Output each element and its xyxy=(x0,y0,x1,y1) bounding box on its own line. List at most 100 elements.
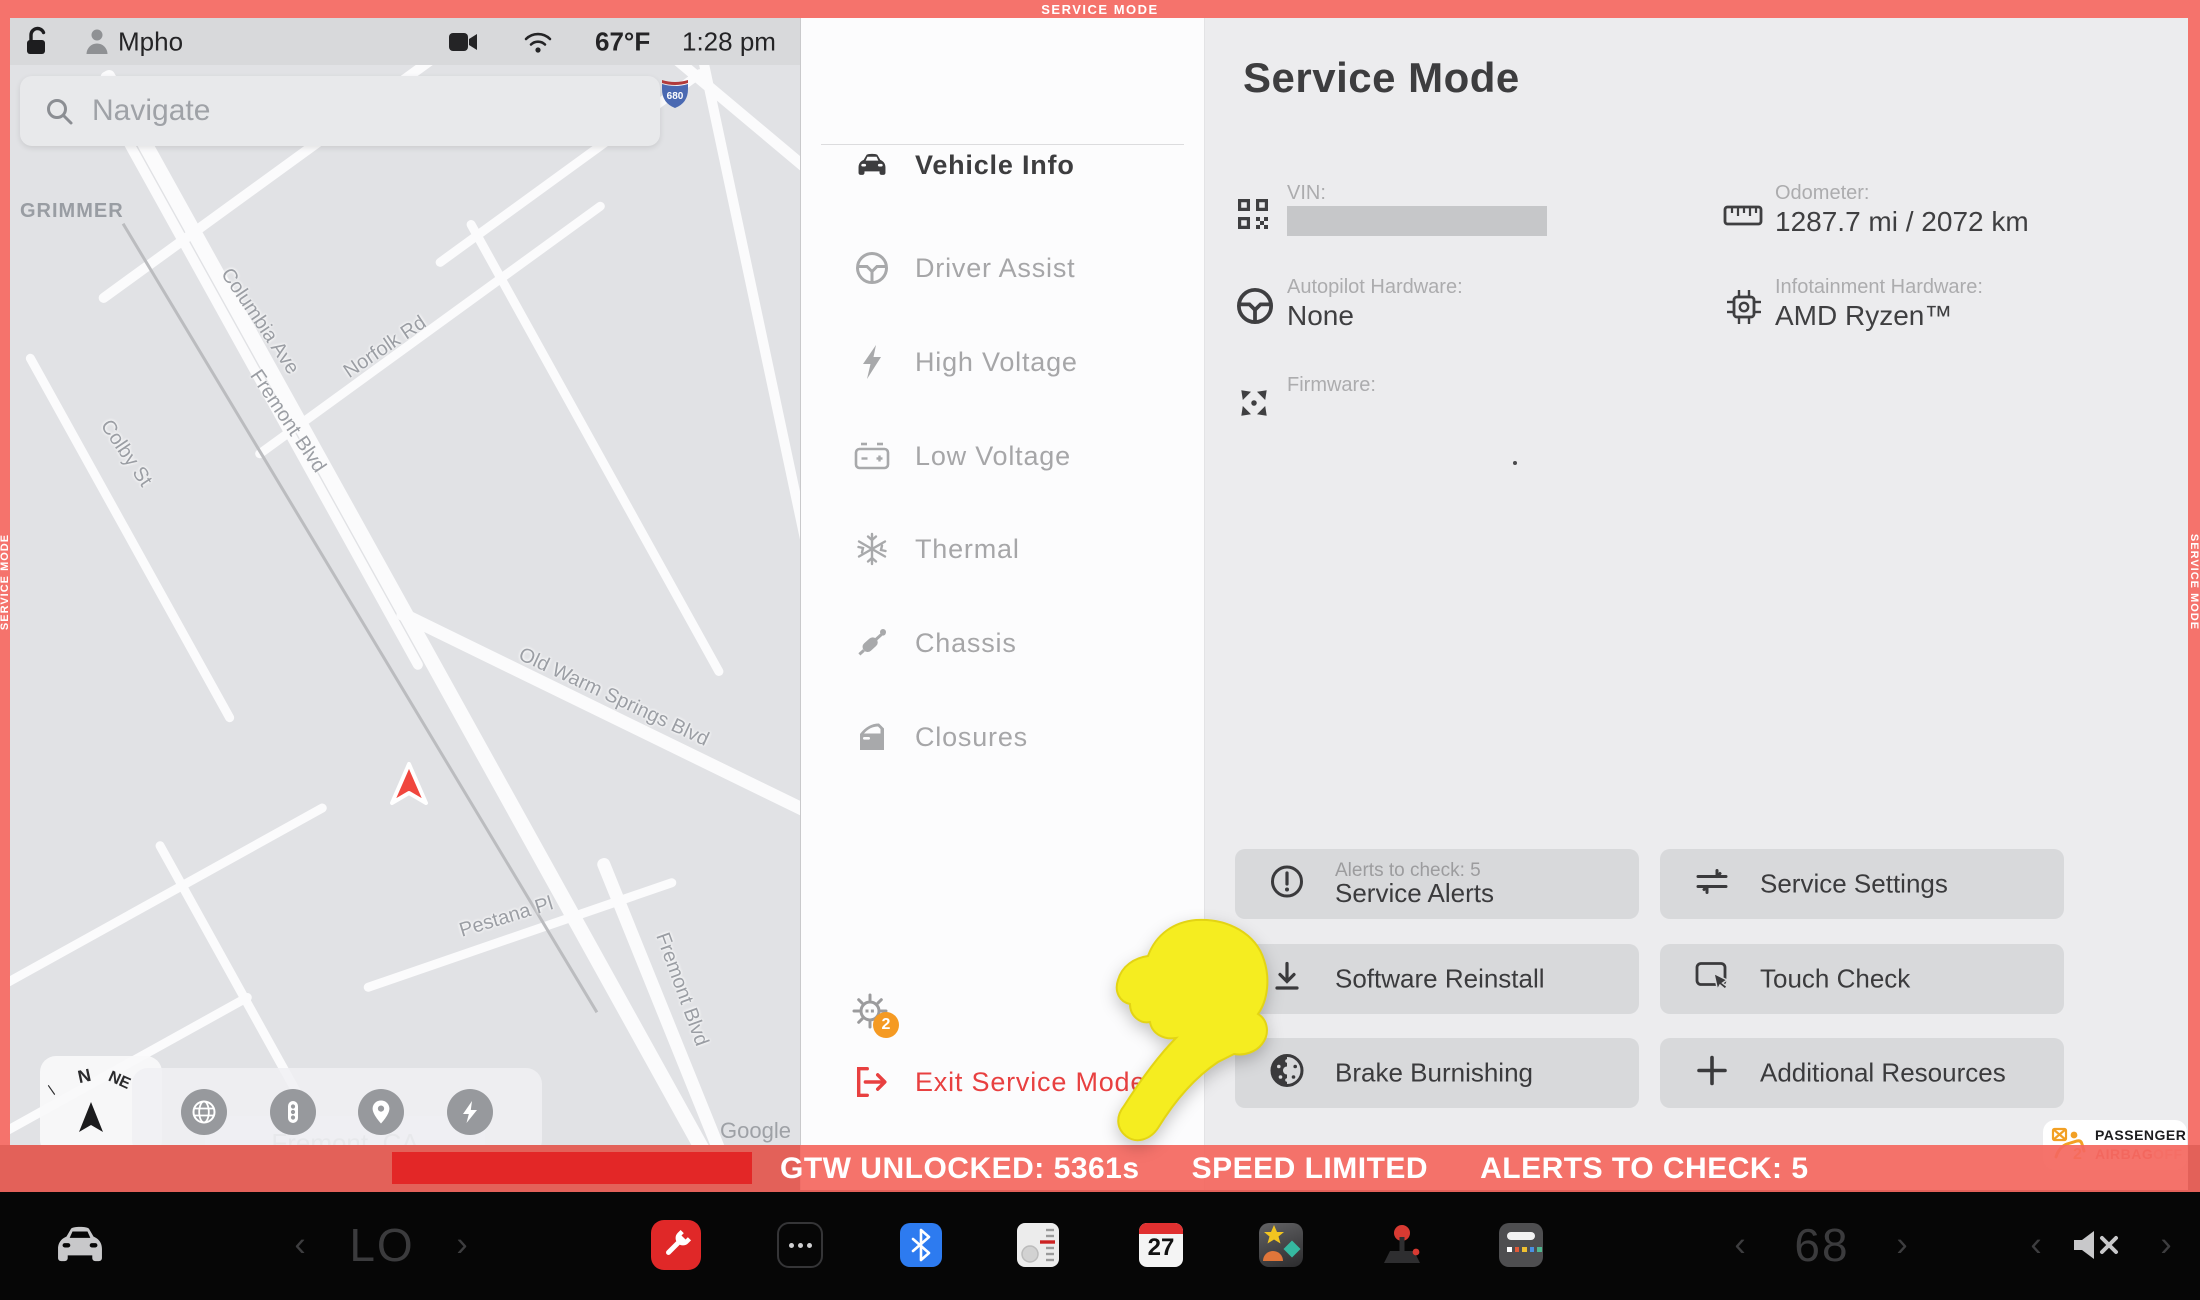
map-style-button[interactable] xyxy=(181,1089,227,1135)
menu-item-label: Chassis xyxy=(915,628,1017,659)
vin-value-redacted xyxy=(1287,206,1547,236)
touch-screen-icon xyxy=(1694,960,1730,999)
driver-temp-up-button[interactable]: › xyxy=(456,1226,467,1265)
service-mode-panel: Service Mode VIN: xyxy=(1205,18,2188,1190)
additional-resources-button[interactable]: Additional Resources xyxy=(1660,1038,2064,1108)
lightning-icon xyxy=(853,344,891,380)
service-notifications[interactable]: 2 xyxy=(849,990,919,1050)
service-mode-top-banner: SERVICE MODE xyxy=(0,0,2200,18)
calendar-header xyxy=(1139,1223,1183,1234)
app-arcade-joystick[interactable] xyxy=(1376,1219,1428,1271)
page-title: Service Mode xyxy=(1243,54,1520,102)
service-settings-button[interactable]: Service Settings xyxy=(1660,849,2064,919)
service-mode-banner-text: SERVICE MODE xyxy=(0,533,11,629)
passenger-temp-value[interactable]: 68 xyxy=(1794,1218,1849,1272)
clock: 1:28 pm xyxy=(682,26,776,57)
toybox-shapes-icon xyxy=(1259,1223,1303,1267)
autopilot-hardware-value: None xyxy=(1287,300,1354,332)
chargers-button[interactable] xyxy=(447,1089,493,1135)
driver-temp-down-button[interactable]: ‹ xyxy=(294,1226,305,1265)
plus-icon xyxy=(1696,1055,1728,1092)
highway-shield-680-icon: 680 xyxy=(660,76,690,110)
odometer-value: 1287.7 mi / 2072 km xyxy=(1775,206,2029,238)
app-keyboard[interactable] xyxy=(1499,1223,1543,1267)
button-label: Service Alerts xyxy=(1335,878,1494,909)
service-mode-left-banner: SERVICE MODE xyxy=(0,18,10,1145)
keyboard-keys xyxy=(1507,1247,1542,1252)
notification-badge: 2 xyxy=(873,1012,899,1038)
globe-icon xyxy=(190,1098,218,1126)
stray-dot xyxy=(1513,461,1517,465)
service-mode-banner-text: SERVICE MODE xyxy=(2188,533,2200,629)
driver-profile-icon[interactable] xyxy=(84,28,110,56)
button-label: Brake Burnishing xyxy=(1335,1058,1533,1089)
app-service-wrench[interactable] xyxy=(651,1220,701,1270)
pointer-hand-cursor xyxy=(1096,916,1280,1158)
driver-name[interactable]: Mpho xyxy=(118,26,183,57)
menu-item-low-voltage[interactable]: Low Voltage xyxy=(801,421,1204,491)
menu-item-label: High Voltage xyxy=(915,347,1078,378)
map-panel[interactable]: Columbia Ave Fremont Blvd Norfolk Rd Col… xyxy=(10,18,800,1145)
brake-burnishing-button[interactable]: Brake Burnishing xyxy=(1235,1038,1639,1108)
button-label: Service Settings xyxy=(1760,869,1948,900)
pins-button[interactable] xyxy=(358,1089,404,1135)
menu-item-label: Thermal xyxy=(915,534,1020,565)
street-label: Colby St xyxy=(95,416,156,492)
map-toolbar xyxy=(132,1068,542,1145)
button-label: Touch Check xyxy=(1760,964,1910,995)
compass-ne-label: NE xyxy=(105,1068,133,1093)
alerts-to-check-status: ALERTS TO CHECK: 5 xyxy=(1480,1152,1808,1186)
traffic-button[interactable] xyxy=(270,1089,316,1135)
menu-item-closures[interactable]: Closures xyxy=(801,702,1204,772)
app-toybox[interactable] xyxy=(1259,1223,1303,1267)
touch-check-button[interactable]: Touch Check xyxy=(1660,944,2064,1014)
passenger-temp-down-button[interactable]: ‹ xyxy=(1734,1226,1745,1265)
software-reinstall-button[interactable]: Software Reinstall xyxy=(1235,944,1639,1014)
search-placeholder: Navigate xyxy=(92,94,210,128)
menu-item-high-voltage[interactable]: High Voltage xyxy=(801,327,1204,397)
firmware-icon xyxy=(1235,384,1273,427)
volume-muted-icon[interactable] xyxy=(2070,1226,2122,1264)
infotainment-hardware-label: Infotainment Hardware: xyxy=(1775,276,1983,299)
menu-item-thermal[interactable]: Thermal xyxy=(801,514,1204,584)
app-bluetooth[interactable] xyxy=(900,1223,942,1267)
volume-up-button[interactable]: › xyxy=(2160,1226,2171,1265)
wrench-icon xyxy=(658,1227,694,1263)
driver-temp-value[interactable]: LO xyxy=(349,1218,414,1272)
outside-temperature[interactable]: 67°F xyxy=(595,26,650,57)
unlocked-icon[interactable] xyxy=(22,26,54,58)
keyboard-bar xyxy=(1507,1232,1535,1240)
svg-text:680: 680 xyxy=(667,91,684,102)
app-tuner[interactable] xyxy=(1017,1223,1059,1267)
road xyxy=(394,606,800,854)
car-icon xyxy=(853,150,891,180)
road xyxy=(10,802,328,994)
taskbar: ‹ LO › xyxy=(0,1190,2200,1300)
steering-wheel-icon xyxy=(853,250,891,286)
menu-item-vehicle-info[interactable]: Vehicle Info xyxy=(801,130,1204,200)
street-label: Norfolk Rd xyxy=(340,312,431,384)
volume-down-button[interactable]: ‹ xyxy=(2030,1226,2041,1265)
passenger-temp-up-button[interactable]: › xyxy=(1896,1226,1907,1265)
compass-heading-arrow-icon xyxy=(76,1100,106,1136)
snowflake-icon xyxy=(853,531,891,567)
chip-icon xyxy=(1725,288,1763,331)
navigate-search-input[interactable]: Navigate xyxy=(20,76,660,146)
autopilot-hardware-label: Autopilot Hardware: xyxy=(1287,276,1463,299)
menu-item-label: Vehicle Info xyxy=(915,150,1075,181)
service-alerts-button[interactable]: Alerts to check: 5 Service Alerts xyxy=(1235,849,1639,919)
vehicle-controls-button[interactable] xyxy=(49,1222,111,1268)
bluetooth-icon xyxy=(908,1228,934,1262)
app-calendar[interactable]: 27 xyxy=(1139,1223,1183,1267)
compass-tick: / xyxy=(44,1083,60,1097)
cabin-camera-icon[interactable] xyxy=(448,30,478,54)
firmware-label: Firmware: xyxy=(1287,374,1376,397)
map-pin-icon xyxy=(367,1098,395,1126)
steering-wheel-icon xyxy=(1235,286,1275,331)
button-label: Software Reinstall xyxy=(1335,964,1545,995)
menu-item-driver-assist[interactable]: Driver Assist xyxy=(801,233,1204,303)
tuner-dial-icon xyxy=(1017,1223,1059,1267)
wifi-icon[interactable] xyxy=(522,28,554,54)
app-launcher-dots[interactable] xyxy=(777,1222,823,1268)
menu-item-chassis[interactable]: Chassis xyxy=(801,608,1204,678)
